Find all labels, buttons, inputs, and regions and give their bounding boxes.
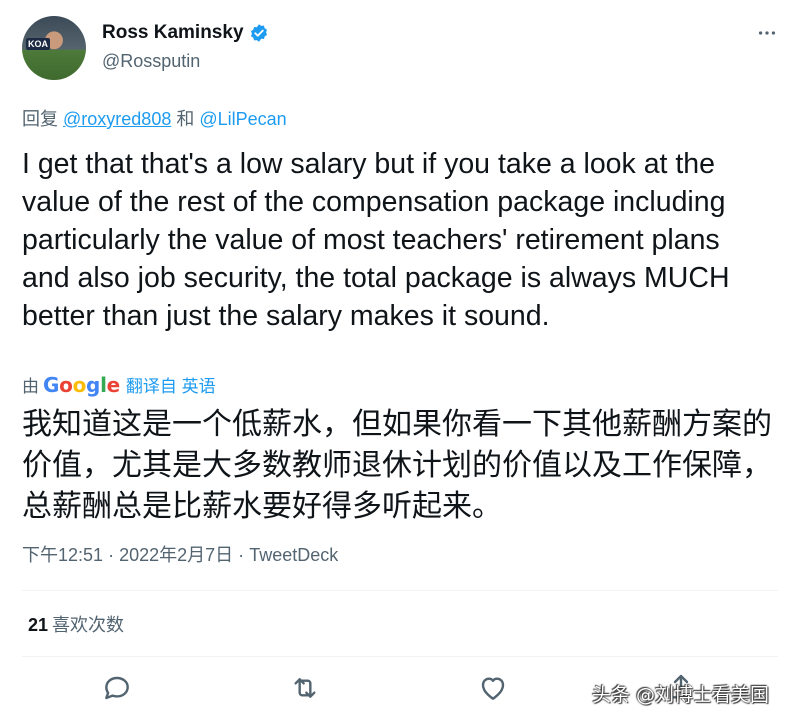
divider xyxy=(22,656,778,657)
tweet-text: I get that that's a low salary but if yo… xyxy=(22,148,730,332)
translated-by: 由 Google 翻译自 英语 xyxy=(22,372,216,397)
like-icon[interactable] xyxy=(477,672,509,704)
display-name[interactable]: Ross Kaminsky xyxy=(102,22,244,44)
google-logo: Google xyxy=(43,372,120,397)
meta-separator: · xyxy=(108,545,115,565)
translated-text: 我知道这是一个低薪水，但如果你看一下其他薪酬方案的价值，尤其是大多数教师退休计划… xyxy=(22,408,772,523)
verified-badge-icon xyxy=(250,24,267,42)
reply-user-1-link[interactable]: @roxyred808 xyxy=(63,109,171,129)
likes-count: 21 xyxy=(28,615,49,635)
divider xyxy=(22,590,778,591)
handle[interactable]: @Rossputin xyxy=(102,51,200,72)
author-name-row[interactable]: Ross Kaminsky xyxy=(102,22,269,44)
tweet-date[interactable]: 2022年2月7日 xyxy=(119,545,233,565)
tweet-meta: 下午12:51 · 2022年2月7日 · TweetDeck xyxy=(22,541,338,567)
likes-label: 喜欢次数 xyxy=(52,615,125,635)
tweet-client[interactable]: TweetDeck xyxy=(249,545,338,565)
watermark: 头条 @刘博士看美国 xyxy=(592,684,770,706)
reply-prefix: 回复 xyxy=(22,109,58,129)
avatar[interactable]: KOA xyxy=(22,16,86,80)
likes-stat[interactable]: 21 喜欢次数 xyxy=(28,611,124,637)
more-horizontal-icon[interactable] xyxy=(756,22,778,50)
reply-icon[interactable] xyxy=(101,672,133,704)
reply-user-2-link[interactable]: @LilPecan xyxy=(199,109,286,129)
reply-context: 回复 @roxyred808 和 @LilPecan xyxy=(22,105,287,131)
meta-separator: · xyxy=(238,545,245,565)
reply-joiner: 和 xyxy=(176,109,195,129)
translated-from-link[interactable]: 翻译自 英语 xyxy=(126,372,216,397)
tweet: KOA Ross Kaminsky @Rossputin 回复 @roxyred… xyxy=(0,0,800,722)
more-dots-icon xyxy=(758,31,776,35)
tweet-time[interactable]: 下午12:51 xyxy=(22,545,103,565)
translated-by-label: 由 xyxy=(22,377,39,396)
retweet-icon[interactable] xyxy=(289,672,321,704)
avatar-badge: KOA xyxy=(26,38,50,50)
